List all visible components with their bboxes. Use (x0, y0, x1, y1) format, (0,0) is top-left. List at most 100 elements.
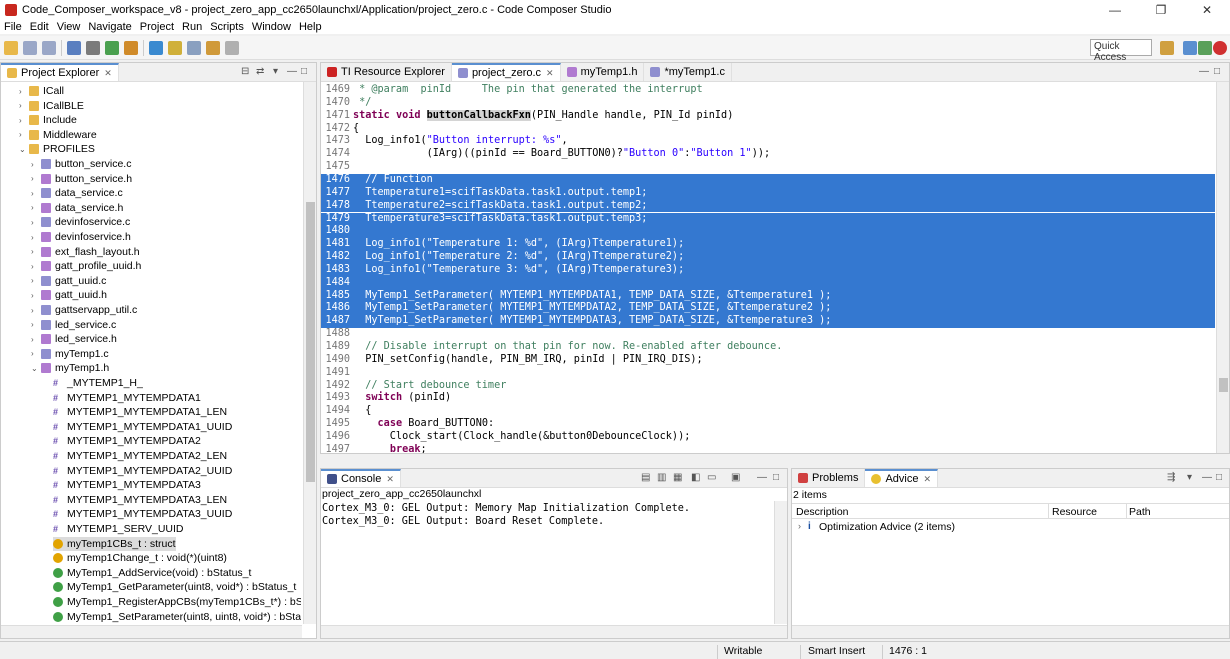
tree-item[interactable]: › ICallBLE (19, 99, 84, 113)
tree-item[interactable]: # MYTEMP1_MYTEMPDATA3_LEN (53, 493, 227, 507)
debug-perspective-icon[interactable] (1198, 41, 1212, 55)
menu-item-file[interactable]: File (4, 21, 22, 33)
new-icon[interactable] (4, 40, 18, 55)
explorer-hscroll[interactable] (1, 625, 302, 638)
forward-icon[interactable] (225, 40, 239, 55)
build-icon[interactable] (67, 40, 81, 55)
menu-item-edit[interactable]: Edit (30, 21, 49, 33)
tree-item[interactable]: › gatt_profile_uuid.h (31, 259, 141, 273)
close-button[interactable]: ✕ (1184, 3, 1230, 17)
view-menu-icon[interactable]: ▾ (1187, 472, 1192, 483)
code-line[interactable]: 1494 { (321, 405, 1215, 419)
maximize-view-icon[interactable]: □ (1216, 472, 1222, 483)
minimize-view-icon[interactable]: — (757, 472, 767, 483)
menu-item-view[interactable]: View (57, 21, 81, 33)
save-all-icon[interactable] (42, 40, 56, 55)
tree-item[interactable]: › data_service.c (31, 186, 123, 200)
expand-arrow-icon[interactable]: › (31, 203, 41, 212)
tree-item[interactable]: › data_service.h (31, 201, 123, 215)
tab-advice[interactable]: Advice ✕ (865, 469, 939, 487)
code-line[interactable]: 1496 Clock_start(Clock_handle(&button0De… (321, 430, 1215, 444)
pin-console-icon[interactable]: ◧ (691, 472, 700, 483)
close-icon[interactable]: ✕ (924, 474, 932, 485)
code-line[interactable]: 1470 */ (321, 96, 1215, 110)
scroll-thumb[interactable] (1219, 378, 1228, 392)
tree-item[interactable]: › button_service.h (31, 172, 132, 186)
clear-console-icon[interactable]: ▤ (641, 472, 650, 483)
editor-tab[interactable]: myTemp1.h (561, 63, 645, 81)
menu-item-run[interactable]: Run (182, 21, 202, 33)
expand-arrow-icon[interactable]: › (19, 116, 29, 125)
view-menu-icon[interactable]: ▾ (273, 66, 278, 77)
tree-item[interactable]: › gatt_uuid.h (31, 288, 107, 302)
tree-item[interactable]: › gattservapp_util.c (31, 303, 137, 317)
tree-item[interactable]: # MYTEMP1_MYTEMPDATA3_UUID (53, 507, 232, 521)
display-console-icon[interactable]: ▭ (707, 472, 716, 483)
tree-item[interactable]: # MYTEMP1_MYTEMPDATA1_LEN (53, 405, 227, 419)
tree-item[interactable]: MyTemp1_GetParameter(uint8, void*) : bSt… (53, 580, 296, 594)
collapse-all-icon[interactable]: ⊟ (241, 66, 249, 77)
advice-hscroll[interactable] (792, 625, 1229, 638)
scroll-lock-icon[interactable]: ▥ (657, 472, 666, 483)
console-vscroll[interactable] (774, 501, 787, 624)
tree-item[interactable]: › gatt_uuid.c (31, 274, 106, 288)
tree-item[interactable]: # MYTEMP1_MYTEMPDATA1_UUID (53, 420, 232, 434)
code-line[interactable]: 1492 // Start debounce timer (321, 379, 1215, 393)
minimize-button[interactable]: — (1092, 3, 1138, 17)
tree-item[interactable]: › devinfoservice.c (31, 215, 130, 229)
filter-icon[interactable]: ⇶ (1167, 472, 1175, 483)
search-icon[interactable] (149, 40, 163, 55)
stop-icon[interactable] (1213, 41, 1227, 55)
tree-item[interactable]: › Include (19, 113, 77, 127)
column-description[interactable]: Description (796, 506, 849, 518)
editor-tab[interactable]: *myTemp1.c (644, 63, 732, 81)
tree-item[interactable]: › led_service.c (31, 318, 116, 332)
console-hscroll[interactable] (321, 625, 787, 638)
code-line[interactable]: 1491 (321, 366, 1215, 380)
close-icon[interactable]: ✕ (386, 474, 394, 485)
menu-item-scripts[interactable]: Scripts (210, 21, 244, 33)
expand-arrow-icon[interactable]: › (31, 189, 41, 198)
expand-arrow-icon[interactable]: ⌄ (19, 145, 29, 154)
code-line[interactable]: 1479 Ttemperature3=scifTaskData.task1.ou… (321, 212, 1215, 226)
column-resource[interactable]: Resource (1052, 506, 1097, 518)
tree-item[interactable]: # MYTEMP1_MYTEMPDATA3 (53, 478, 201, 492)
close-icon[interactable]: ✕ (104, 68, 112, 79)
code-line[interactable]: 1483 Log_info1("Temperature 3: %d", (IAr… (321, 263, 1215, 277)
code-line[interactable]: 1481 Log_info1("Temperature 1: %d", (IAr… (321, 238, 1215, 251)
code-line[interactable]: 1476 // Function (321, 173, 1215, 187)
menu-item-navigate[interactable]: Navigate (88, 21, 131, 33)
expand-arrow-icon[interactable]: › (31, 160, 41, 169)
tree-item[interactable]: › ICall (19, 84, 64, 98)
tree-item[interactable]: › button_service.c (31, 157, 131, 171)
tree-item[interactable]: › devinfoservice.h (31, 230, 131, 244)
expand-arrow-icon[interactable]: › (31, 276, 41, 285)
menu-item-project[interactable]: Project (140, 21, 174, 33)
code-line[interactable]: 1469 * @param pinId The pin that generat… (321, 84, 1215, 97)
expand-arrow-icon[interactable]: › (19, 87, 29, 96)
pen-icon[interactable] (168, 40, 182, 55)
tree-item[interactable]: # _MYTEMP1_H_ (53, 376, 143, 390)
code-line[interactable]: 1474 (IArg)((pinId == Board_BUTTON0)?"Bu… (321, 148, 1215, 162)
scroll-thumb[interactable] (306, 202, 315, 482)
tree-item[interactable]: ⌄ PROFILES (19, 142, 95, 156)
debug-icon[interactable] (105, 40, 119, 55)
code-line[interactable]: 1472{ (321, 122, 1215, 136)
code-line[interactable]: 1488 (321, 328, 1215, 341)
tab-console[interactable]: Console ✕ (321, 469, 401, 487)
tree-item[interactable]: # MYTEMP1_MYTEMPDATA1 (53, 391, 201, 405)
link-editor-icon[interactable]: ⇄ (256, 66, 264, 77)
console-body[interactable]: project_zero_app_cc2650launchxl Cortex_M… (321, 488, 787, 638)
annotation-icon[interactable] (187, 40, 201, 55)
editor-tab[interactable]: project_zero.c ✕ (451, 63, 561, 81)
expand-arrow-icon[interactable]: › (31, 306, 41, 315)
close-icon[interactable]: ✕ (546, 68, 554, 79)
quick-access-input[interactable]: Quick Access (1090, 39, 1152, 63)
code-line[interactable]: 1486 MyTemp1_SetParameter( MYTEMP1_MYTEM… (321, 302, 1215, 316)
tree-item[interactable]: # MYTEMP1_MYTEMPDATA2_LEN (53, 449, 227, 463)
expand-arrow-icon[interactable]: › (31, 174, 41, 183)
code-line[interactable]: 1482 Log_info1("Temperature 2: %d", (IAr… (321, 251, 1215, 264)
code-line[interactable]: 1473 Log_info1("Button interrupt: %s", (321, 135, 1215, 149)
tab-problems[interactable]: Problems (792, 469, 866, 487)
expand-arrow-icon[interactable]: › (31, 335, 41, 344)
